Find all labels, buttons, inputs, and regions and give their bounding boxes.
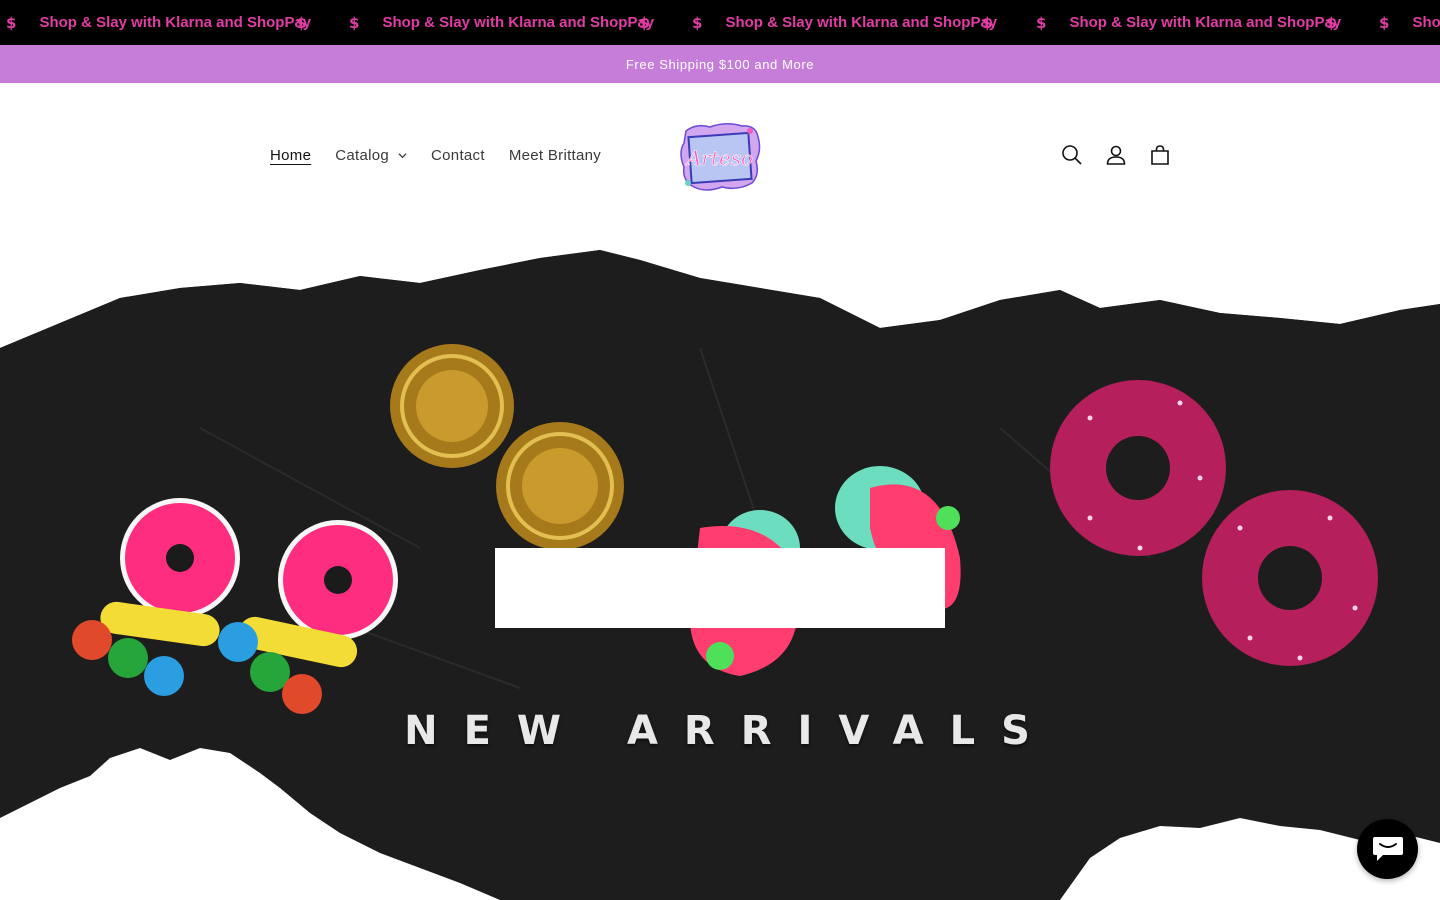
announcement-bar: Free Shipping $100 and More	[0, 45, 1440, 83]
announcement-text: Free Shipping $100 and More	[625, 56, 815, 72]
marquee-item: $	[296, 0, 306, 45]
main-nav: Home Catalog Contact Meet Brittany	[258, 141, 613, 170]
dollar-icon: $	[1326, 13, 1337, 32]
dollar-icon: $	[349, 13, 360, 32]
marquee-item: $ Shop & Slay with Klarna and ShopPay	[1036, 0, 1361, 45]
nav-catalog-label: Catalog	[335, 147, 390, 164]
cart-button[interactable]	[1138, 133, 1182, 177]
cart-icon	[1151, 145, 1169, 165]
marquee-item: $ Shop & Slay with Klarna and ShopPay	[692, 0, 1017, 45]
hero-banner[interactable]: NEW ARRIVALS	[0, 228, 1440, 900]
marquee-text: Shop & Slay with Klarna and ShopPay	[1412, 14, 1440, 31]
marquee-item: $ Shop & Slay with Klarna and ShopPay	[1379, 0, 1440, 45]
marquee-text: Shop & Slay with Klarna and ShopPay	[1069, 14, 1342, 31]
dollar-icon: $	[982, 13, 993, 32]
marquee-item: $ Shop & Slay with Klarna and ShopPay	[349, 0, 674, 45]
dollar-icon: $	[1036, 13, 1047, 32]
search-icon	[1062, 145, 1082, 165]
marquee-item: $ Shop & Slay with Klarna and ShopPay	[6, 0, 331, 45]
header-icons	[1050, 133, 1182, 177]
marquee-item: $	[982, 0, 992, 45]
nav-meet-link[interactable]: Meet Brittany	[497, 141, 613, 170]
nav-contact-link[interactable]: Contact	[419, 141, 497, 170]
chat-button[interactable]	[1357, 819, 1418, 879]
hero-content-box	[495, 548, 945, 628]
dollar-icon: $	[6, 13, 17, 32]
nav-catalog-menu[interactable]: Catalog	[323, 141, 419, 170]
site-header: Home Catalog Contact Meet Brittany Artes…	[0, 83, 1440, 228]
dollar-icon: $	[639, 13, 650, 32]
dollar-icon: $	[296, 13, 307, 32]
dollar-icon: $	[692, 13, 703, 32]
chevron-down-icon	[398, 153, 407, 159]
marquee-text: Shop & Slay with Klarna and ShopPay	[382, 14, 655, 31]
brand-logo[interactable]: Arteso	[676, 119, 764, 195]
marquee-item: $	[1326, 0, 1336, 45]
logo-image: Arteso	[680, 123, 761, 191]
marquee-text: Shop & Slay with Klarna and ShopPay	[725, 14, 998, 31]
marquee-item: $	[639, 0, 649, 45]
account-icon	[1106, 145, 1126, 165]
marquee-bar: $ Shop & Slay with Klarna and ShopPay $ …	[0, 0, 1440, 45]
hero-title: NEW ARRIVALS	[404, 708, 1056, 754]
dollar-icon: $	[1379, 13, 1390, 32]
svg-text:Arteso: Arteso	[685, 146, 753, 170]
marquee-text: Shop & Slay with Klarna and ShopPay	[39, 14, 312, 31]
nav-home-link[interactable]: Home	[258, 141, 323, 170]
account-button[interactable]	[1094, 133, 1138, 177]
chat-icon	[1372, 837, 1403, 861]
search-button[interactable]	[1050, 133, 1094, 177]
